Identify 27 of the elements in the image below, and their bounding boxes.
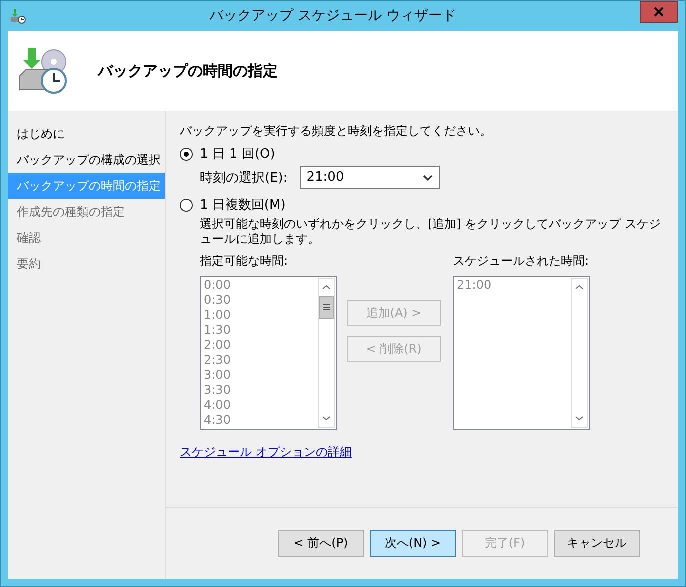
radio-label: 1 日複数回(M) xyxy=(200,197,286,214)
list-label: スケジュールされた時間: xyxy=(453,253,590,270)
step-item: 確認 xyxy=(16,230,42,247)
step-item: 要約 xyxy=(16,256,42,273)
step-item: バックアップの時間の指定 xyxy=(8,173,165,199)
schedule-options-link[interactable]: スケジュール オプションの詳細 xyxy=(180,444,352,461)
close-button[interactable] xyxy=(640,1,678,23)
step-item: 作成先の種類の指定 xyxy=(16,204,126,221)
page-title: バックアップの時間の指定 xyxy=(98,62,278,80)
step-item: バックアップの構成の選択 xyxy=(16,152,162,169)
backup-clock-icon xyxy=(10,8,26,24)
chevron-down-icon xyxy=(422,174,433,180)
close-icon xyxy=(654,7,664,17)
window-title: バックアップ スケジュール ウィザード xyxy=(208,7,458,25)
radio-option[interactable]: 1 日 1 回(O) xyxy=(180,144,276,164)
step-item: はじめに xyxy=(16,126,66,143)
radio-label: 1 日 1 回(O) xyxy=(200,146,276,163)
list-label: 指定可能な時間: xyxy=(200,253,290,270)
hint-text: 選択可能な時刻のいずれかをクリックし、[追加] をクリックしてバックアップ スケジュールに追加します。 xyxy=(200,217,662,247)
wizard-button[interactable]: < 前へ(P) xyxy=(278,530,364,557)
wizard-button[interactable]: 次へ(N) > xyxy=(370,530,456,557)
radio-option[interactable]: 1 日複数回(M) xyxy=(180,195,286,215)
instruction-text: バックアップを実行する頻度と時刻を指定してください。 xyxy=(180,123,492,140)
time-label: 時刻の選択(E): xyxy=(200,170,288,186)
backup-drive-clock-icon xyxy=(18,46,68,96)
time-dropdown[interactable]: 21:00 xyxy=(300,166,440,189)
wizard-button[interactable]: キャンセル xyxy=(554,530,640,557)
